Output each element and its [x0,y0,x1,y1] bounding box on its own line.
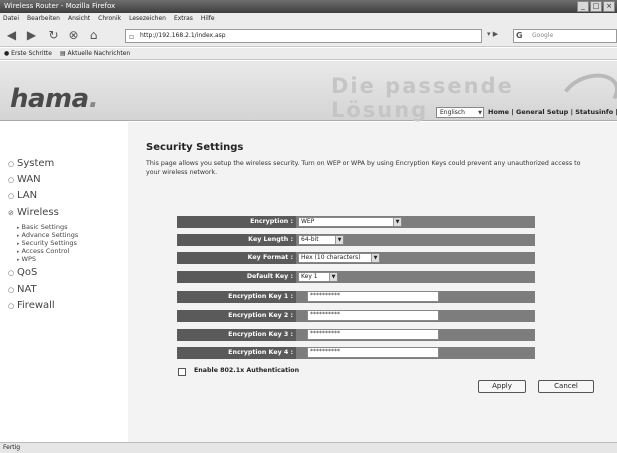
key2-input[interactable]: ********** [307,310,439,321]
window-titlebar: Wireless Router - Mozilla Firefox [0,0,617,13]
maximize-button[interactable]: □ [590,1,602,12]
key3-label: Encryption Key 3 : [177,329,296,341]
search-input[interactable]: G Google [513,29,617,43]
auth-checkbox[interactable] [178,368,186,376]
sidebar-sub-wps[interactable]: ▸ WPS [17,255,36,263]
key-length-select[interactable]: 64-bit ▼ [298,235,344,245]
bookmark-aktuelle-nachrichten[interactable]: ▤ Aktuelle Nachrichten [60,48,130,59]
close-button[interactable]: × [603,1,615,12]
search-placeholder: Google [532,32,554,39]
language-select[interactable]: Englisch ▼ [436,107,484,118]
default-key-label: Default Key : [177,271,296,283]
bookmarks-toolbar: ● Erste Schritte ▤ Aktuelle Nachrichten [0,48,617,60]
sidebar-item-nat[interactable]: ○ NAT [8,284,37,295]
url-bar[interactable]: ▫ http://192.168.2.1/index.asp [125,29,482,43]
sidebar-sub-basic-settings[interactable]: ▸ Basic Settings [17,223,67,231]
menu-lesezeichen[interactable]: Lesezeichen [129,13,166,25]
arrow-icon: ▸ [17,257,20,263]
key3-input[interactable]: ********** [307,329,439,340]
back-icon[interactable]: ◀ [4,28,19,43]
sidebar-item-system[interactable]: ○ System [8,158,54,169]
sidebar: ○ System ○ WAN ○ LAN ⊘ Wireless ▸ Basic Setti… [0,122,128,442]
radio-bullet-icon: ○ [8,160,15,168]
chevron-down-icon: ▼ [393,218,401,226]
bookmark-erste-schritte[interactable]: ● Erste Schritte [4,48,52,59]
go-arrow-icon[interactable]: ▾ ▶ [487,30,498,38]
hama-logo: hama. [10,84,99,114]
status-text: Fertig [3,444,21,451]
radio-bullet-icon: ○ [8,286,15,294]
key1-label: Encryption Key 1 : [177,291,296,303]
chevron-down-icon: ▼ [335,236,343,244]
key3-row: Encryption Key 3 : ********** [177,329,535,341]
key-length-row: Key Length : 64-bit ▼ [177,234,535,246]
home-icon[interactable]: ⌂ [86,28,101,43]
encryption-label: Encryption : [177,216,296,228]
page-icon: ▫ [129,32,135,41]
chevron-down-icon: ▼ [329,273,337,281]
radio-bullet-icon: ○ [8,302,15,310]
default-key-row: Default Key : Key 1 ▼ [177,271,535,283]
sidebar-item-wireless[interactable]: ⊘ Wireless [8,207,59,218]
chevron-down-icon: ▼ [371,254,379,262]
sidebar-item-wan[interactable]: ○ WAN [8,174,41,185]
status-bar: Fertig [0,442,617,453]
encryption-row: Encryption : WEP ▼ [177,216,535,228]
sidebar-item-qos[interactable]: ○ QoS [8,267,37,278]
chevron-down-icon: ▼ [478,110,482,116]
url-text: http://192.168.2.1/index.asp [140,32,226,39]
encryption-select[interactable]: WEP ▼ [298,217,402,227]
menu-ansicht[interactable]: Ansicht [68,13,90,25]
key1-row: Encryption Key 1 : ********** [177,291,535,303]
navigation-toolbar: ◀ ▶ ↻ ⊗ ⌂ ▫ http://192.168.2.1/index.asp… [0,25,617,47]
sidebar-sub-security-settings[interactable]: ▸ Security Settings [17,239,77,247]
key4-label: Encryption Key 4 : [177,347,296,359]
key-format-row: Key Format : Hex (10 characters) ▼ [177,252,535,264]
menu-bar: Datei Bearbeiten Ansicht Chronik Lesezei… [0,13,617,25]
key-length-label: Key Length : [177,234,296,246]
window-title: Wireless Router - Mozilla Firefox [4,2,116,10]
key-format-select[interactable]: Hex (10 characters) ▼ [298,253,380,263]
router-banner: hama. Die passende Lösung Englisch ▼ Hom… [0,61,617,125]
minimize-button[interactable]: _ [577,1,589,12]
radio-bullet-icon: ○ [8,192,15,200]
cancel-button[interactable]: Cancel [538,380,594,393]
reload-icon[interactable]: ↻ [46,28,61,43]
sidebar-sub-advance-settings[interactable]: ▸ Advance Settings [17,231,78,239]
menu-extras[interactable]: Extras [174,13,193,25]
key4-input[interactable]: ********** [307,347,439,358]
menu-datei[interactable]: Datei [3,13,19,25]
selected-bullet-icon: ⊘ [8,209,14,217]
radio-bullet-icon: ○ [8,269,15,277]
key4-row: Encryption Key 4 : ********** [177,347,535,359]
google-icon: G [516,31,523,40]
auth-label: Enable 802.1x Authentication [194,367,300,374]
menu-chronik[interactable]: Chronik [98,13,121,25]
radio-bullet-icon: ○ [8,176,15,184]
forward-icon[interactable]: ▶ [24,28,39,43]
page-title: Security Settings [146,142,244,153]
key-format-label: Key Format : [177,252,296,264]
menu-hilfe[interactable]: Hilfe [201,13,215,25]
menu-bearbeiten[interactable]: Bearbeiten [27,13,60,25]
apply-button[interactable]: Apply [478,380,526,393]
page-description: This page allows you setup the wireless … [146,160,581,176]
window-controls: _ □ × [577,1,615,12]
top-navigation-links[interactable]: Home | General Setup | Statusinfo | Too [488,107,617,118]
sidebar-sub-access-control[interactable]: ▸ Access Control [17,247,69,255]
key2-row: Encryption Key 2 : ********** [177,310,535,322]
key1-input[interactable]: ********** [307,291,439,302]
default-key-select[interactable]: Key 1 ▼ [298,272,338,282]
key2-label: Encryption Key 2 : [177,310,296,322]
sidebar-item-firewall[interactable]: ○ Firewall [8,300,55,311]
stop-icon[interactable]: ⊗ [66,28,81,43]
sidebar-item-lan[interactable]: ○ LAN [8,190,37,201]
